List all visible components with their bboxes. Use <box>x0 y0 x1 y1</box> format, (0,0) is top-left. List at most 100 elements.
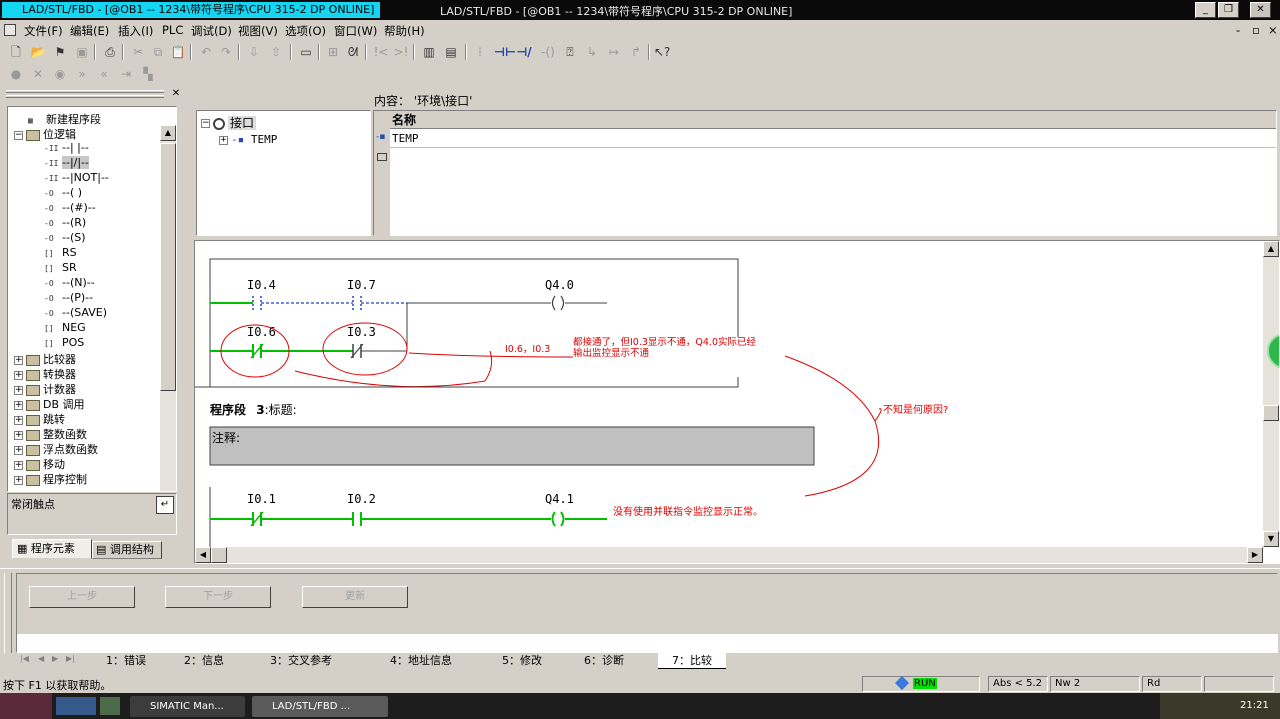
interface-tree-root[interactable]: − 接口 <box>201 114 257 131</box>
expand-icon[interactable]: + <box>219 135 228 145</box>
tab-cross-reference[interactable]: 3：交叉参考 <box>270 653 332 669</box>
tree-item[interactable]: + DB 调用 <box>14 396 85 412</box>
tree-item[interactable]: -II --|NOT|-- <box>44 171 109 184</box>
contact-i07[interactable] <box>352 296 362 310</box>
coil-q41[interactable] <box>551 511 565 527</box>
panel-close-icon[interactable]: ✕ <box>170 88 182 100</box>
step-over-icon[interactable]: ◉ <box>52 66 68 82</box>
upload-icon[interactable]: ⇧ <box>268 44 284 60</box>
tree-item[interactable]: [] RS <box>44 246 77 259</box>
tab-prev-icon[interactable]: ◀ <box>38 654 44 663</box>
redo-icon[interactable]: ↷ <box>218 44 234 60</box>
contact-i02[interactable] <box>352 512 362 526</box>
operand-label[interactable]: I0.4 <box>247 278 276 292</box>
menu-debug[interactable]: 调试(D) <box>191 23 232 39</box>
scroll-up-icon[interactable]: ▲ <box>160 125 176 141</box>
tree-item[interactable]: + 程序控制 <box>14 471 87 487</box>
tree-item[interactable]: [] SR <box>44 261 77 274</box>
nc-contact-icon[interactable]: ⊣/⊢ <box>516 44 532 75</box>
overview-icon[interactable]: ▥ <box>421 44 437 60</box>
no-contact-icon[interactable]: ⊣⊢ <box>494 44 516 60</box>
collapse-icon[interactable]: − <box>14 130 23 140</box>
scroll-up-icon[interactable]: ▲ <box>1263 241 1279 257</box>
help-symbol-icon[interactable]: ↵ <box>156 496 174 514</box>
tree-item[interactable]: -O --(N)-- <box>44 276 95 289</box>
operand-label[interactable]: I0.1 <box>247 492 276 506</box>
menu-plc[interactable]: PLC <box>162 23 183 37</box>
restore-button[interactable]: ❐ <box>1218 2 1239 18</box>
monitor-var-icon[interactable]: ⊞ <box>325 44 341 60</box>
expand-icon[interactable]: + <box>14 460 23 470</box>
run-dot-icon[interactable]: ● <box>8 66 24 82</box>
step-into-icon[interactable]: » <box>74 66 90 82</box>
tab-last-icon[interactable]: ▶| <box>66 654 75 663</box>
menu-options[interactable]: 选项(O) <box>285 23 326 39</box>
start-button[interactable] <box>0 693 52 719</box>
menu-file[interactable]: 文件(F) <box>24 23 63 39</box>
tree-item[interactable]: -II --|/|-- <box>44 156 89 169</box>
taskbar-item-lad[interactable]: LAD/STL/FBD ... <box>252 696 388 717</box>
scroll-right-icon[interactable]: ▶ <box>1247 547 1263 563</box>
resume-icon[interactable]: ⇥ <box>118 66 134 82</box>
expand-icon[interactable]: + <box>14 385 23 395</box>
tree-item[interactable]: [] NEG <box>44 321 86 334</box>
expand-icon[interactable]: + <box>14 430 23 440</box>
expand-icon[interactable]: + <box>14 445 23 455</box>
operand-label[interactable]: I0.3 <box>347 325 376 339</box>
tab-compare[interactable]: 7：比较 <box>658 653 726 669</box>
tree-item[interactable]: -O --(SAVE) <box>44 306 107 319</box>
document-icon[interactable] <box>4 24 16 36</box>
operand-label[interactable]: Q4.0 <box>545 278 574 292</box>
tree-item[interactable]: + 跳转 <box>14 411 65 427</box>
step-out-icon[interactable]: « <box>96 66 112 82</box>
details-icon[interactable]: ▤ <box>443 44 459 60</box>
editor-vscrollbar[interactable]: ▲ ▼ <box>1263 241 1279 547</box>
menu-help[interactable]: 帮助(H) <box>384 23 425 39</box>
tree-item[interactable]: + 移动 <box>14 456 65 472</box>
tab-address-info[interactable]: 4：地址信息 <box>390 653 452 669</box>
tab-info[interactable]: 2：信息 <box>184 653 224 669</box>
expand-icon[interactable]: + <box>14 370 23 380</box>
tree-item[interactable]: + 整数函数 <box>14 426 87 442</box>
tree-item[interactable]: -O --(S) <box>44 231 86 244</box>
next-button[interactable]: 下一步 <box>165 586 271 608</box>
minimize-button[interactable]: _ <box>1195 2 1216 18</box>
paste-icon[interactable]: 📋 <box>170 44 186 60</box>
breakpoint-prev-icon[interactable]: !< <box>373 44 389 60</box>
tree-item[interactable]: + 转换器 <box>14 366 76 382</box>
grid-icon[interactable]: ⁞ <box>472 44 488 60</box>
menu-view[interactable]: 视图(V) <box>238 23 278 39</box>
tab-errors[interactable]: 1：错误 <box>106 653 146 669</box>
collapse-icon[interactable]: − <box>201 119 210 128</box>
tree-item[interactable]: + 计数器 <box>14 381 76 397</box>
load-icon[interactable]: ⇩ <box>246 44 262 60</box>
expand-icon[interactable]: + <box>14 400 23 410</box>
network3-title[interactable]: 程序段 3:标题: <box>210 401 297 418</box>
save-icon[interactable]: ▣ <box>74 44 90 60</box>
tree-item[interactable]: − 位逻辑 <box>14 126 76 142</box>
tree-item[interactable]: -O --(#)-- <box>44 201 96 214</box>
monitor-glasses-icon[interactable]: ᘛ <box>345 44 361 60</box>
tab-call-structure[interactable]: ▤ 调用结构 <box>92 541 162 559</box>
clear-breakpoints-icon[interactable]: ▚ <box>140 66 156 82</box>
module-info-icon[interactable]: ▭ <box>298 44 314 60</box>
quick-launch-icon[interactable] <box>100 697 120 715</box>
column-header-name[interactable]: 名称 <box>390 111 1276 129</box>
connection-icon[interactable]: ↱ <box>628 44 644 60</box>
quick-launch-icon[interactable] <box>56 697 96 715</box>
operand-label[interactable]: I0.6 <box>247 325 276 339</box>
expand-icon[interactable]: + <box>14 415 23 425</box>
mdi-close-button[interactable]: × <box>1268 23 1278 37</box>
tree-item[interactable]: + 浮点数函数 <box>14 441 98 457</box>
operand-label[interactable]: I0.7 <box>347 278 376 292</box>
coil-icon[interactable]: -() <box>540 44 556 60</box>
menu-window[interactable]: 窗口(W) <box>334 23 377 39</box>
close-button[interactable]: ✕ <box>1250 2 1271 18</box>
editor-vscroll-thumb[interactable] <box>1263 405 1279 421</box>
menu-insert[interactable]: 插入(I) <box>118 23 153 39</box>
expand-icon[interactable]: + <box>14 475 23 485</box>
editor-hscrollbar[interactable]: ◀ ▶ <box>195 547 1263 563</box>
scroll-left-icon[interactable]: ◀ <box>195 547 211 563</box>
scroll-down-icon[interactable]: ▼ <box>1263 531 1279 547</box>
empty-box-icon[interactable]: ⍰ <box>562 44 578 60</box>
